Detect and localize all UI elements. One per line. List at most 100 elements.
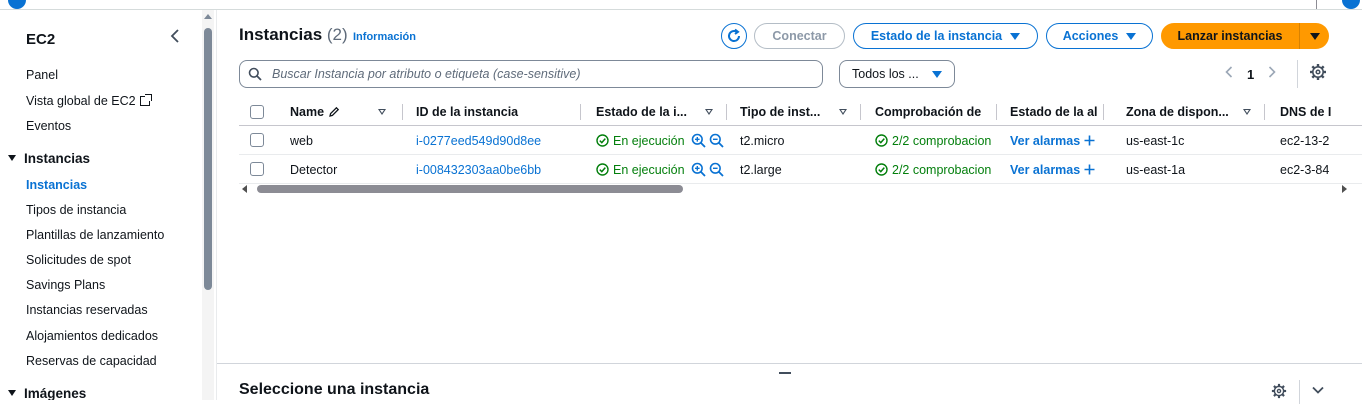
view-alarms-link[interactable]: Ver alarmas <box>1010 126 1110 155</box>
browser-top-edge <box>0 0 1362 10</box>
collapse-sidebar-icon[interactable] <box>170 28 180 48</box>
sidebar-item-dedicated-hosts[interactable]: Alojamientos dedicados <box>26 329 158 343</box>
instance-count: (2) <box>326 25 348 44</box>
column-divider[interactable] <box>860 104 861 120</box>
column-header-alarm-status[interactable]: Estado de la al <box>1010 98 1100 126</box>
sidebar-item-instance-types[interactable]: Tipos de instancia <box>26 203 126 217</box>
next-page-icon[interactable] <box>1268 65 1276 83</box>
caret-down-icon <box>8 390 16 396</box>
launch-instances-dropdown[interactable] <box>1299 23 1329 49</box>
view-alarms-label: Ver alarmas <box>1010 133 1081 148</box>
refresh-icon <box>728 28 741 42</box>
split-panel-divider <box>217 363 1362 364</box>
status-check-label: 2/2 comprobacion <box>892 162 992 177</box>
check-circle-icon <box>875 134 888 147</box>
cell-public-dns: ec2-3-84 <box>1280 162 1330 177</box>
page-number[interactable]: 1 <box>1247 67 1254 82</box>
sort-icon[interactable] <box>839 109 847 115</box>
zoom-out-icon[interactable] <box>709 133 724 148</box>
column-divider[interactable] <box>996 104 997 120</box>
sidebar-item-savings-plans[interactable]: Savings Plans <box>26 278 105 292</box>
search-icon <box>248 67 262 81</box>
row-checkbox[interactable] <box>250 133 264 147</box>
column-header-name[interactable]: Name <box>290 98 380 126</box>
column-header-availability-zone[interactable]: Zona de dispon... <box>1126 98 1238 126</box>
sidebar-section-imagenes[interactable]: Imágenes <box>8 386 86 400</box>
sort-icon[interactable] <box>705 109 713 115</box>
column-header-instance-id[interactable]: ID de la instancia <box>416 98 566 126</box>
column-divider[interactable] <box>402 104 403 120</box>
table-horizontal-scrollbar[interactable] <box>239 183 1347 195</box>
sidebar-item-launch-templates[interactable]: Plantillas de lanzamiento <box>26 228 164 242</box>
zoom-in-icon[interactable] <box>691 162 706 177</box>
column-divider[interactable] <box>1103 104 1104 120</box>
column-header-divider[interactable] <box>726 104 727 120</box>
column-header-public-dns[interactable]: DNS de I <box>1280 98 1362 126</box>
scrollbar-thumb[interactable] <box>257 185 683 193</box>
pencil-icon <box>329 106 340 117</box>
row-checkbox[interactable] <box>250 162 264 176</box>
sort-icon[interactable] <box>1243 109 1251 115</box>
column-header-instance-type[interactable]: Tipo de inst... <box>740 98 832 126</box>
sidebar-item-spot-requests[interactable]: Solicitudes de spot <box>26 253 131 267</box>
scroll-right-icon[interactable] <box>1342 185 1347 193</box>
table-row[interactable]: web i-0277eed549d90d8ee En ejecución t2.… <box>239 126 1362 155</box>
sidebar-item-label: Vista global de EC2 <box>26 94 136 108</box>
sidebar-item-reserved-instances[interactable]: Instancias reservadas <box>26 303 148 317</box>
state-filter-select[interactable]: Todos los ... <box>839 60 955 88</box>
sidebar: EC2 Panel Vista global de EC2 Eventos In… <box>0 10 200 400</box>
column-header-status-check[interactable]: Comprobación de <box>875 98 995 126</box>
prev-page-icon[interactable] <box>1225 65 1233 83</box>
split-panel-settings-button[interactable] <box>1271 383 1287 402</box>
sidebar-item-global-view[interactable]: Vista global de EC2 <box>26 94 152 108</box>
column-divider[interactable] <box>1264 104 1265 120</box>
toolbar-divider <box>1297 60 1298 88</box>
sidebar-item-events[interactable]: Eventos <box>26 119 71 133</box>
column-name-label: Name <box>290 105 325 119</box>
caret-down-icon <box>1309 32 1320 40</box>
sidebar-item-panel[interactable]: Panel <box>26 68 58 82</box>
split-panel-title: Seleccione una instancia <box>239 381 430 398</box>
state-filter-value: Todos los ... <box>852 67 919 81</box>
table-row[interactable]: Detector i-008432303aa0be6bb En ejecució… <box>239 155 1362 184</box>
sidebar-scrollbar[interactable] <box>202 10 214 400</box>
select-all-checkbox[interactable] <box>250 105 264 119</box>
connect-button[interactable]: Conectar <box>754 23 845 49</box>
search-box[interactable] <box>239 60 823 88</box>
plus-icon <box>1084 135 1095 146</box>
view-alarms-link[interactable]: Ver alarmas <box>1010 155 1110 184</box>
zoom-out-icon[interactable] <box>709 162 724 177</box>
column-header-instance-state[interactable]: Estado de la i... <box>596 98 696 126</box>
cell-name: Detector <box>290 162 338 177</box>
table-header: Name ID de la instancia Estado de la i..… <box>239 98 1362 126</box>
instance-state-button[interactable]: Estado de la instancia <box>853 23 1038 49</box>
column-divider[interactable] <box>580 104 581 120</box>
scroll-up-icon[interactable] <box>204 14 212 19</box>
info-link[interactable]: Información <box>353 31 416 43</box>
sort-icon[interactable] <box>378 109 386 115</box>
search-input[interactable] <box>270 66 810 82</box>
caret-down-icon <box>8 155 16 161</box>
check-circle-icon <box>875 163 888 176</box>
split-panel-collapse-button[interactable] <box>1311 383 1325 400</box>
refresh-button[interactable] <box>721 23 747 49</box>
cell-instance-type: t2.large <box>740 162 782 177</box>
cell-public-dns: ec2-13-2 <box>1280 133 1330 148</box>
zoom-in-icon[interactable] <box>691 133 706 148</box>
resize-handle[interactable] <box>779 372 791 374</box>
zoom-icons <box>691 162 724 177</box>
caret-down-icon <box>1010 32 1021 40</box>
scroll-left-icon[interactable] <box>242 185 247 193</box>
cell-instance-id[interactable]: i-0277eed549d90d8ee <box>416 126 576 155</box>
sidebar-section-instancias[interactable]: Instancias <box>8 151 90 166</box>
sidebar-title: EC2 <box>26 31 56 48</box>
scrollbar-thumb[interactable] <box>204 28 212 290</box>
external-link-icon <box>139 94 152 106</box>
settings-button[interactable] <box>1309 63 1327 84</box>
sidebar-item-instancias[interactable]: Instancias <box>26 178 87 192</box>
cell-instance-id[interactable]: i-008432303aa0be6bb <box>416 155 576 184</box>
sidebar-item-capacity-reservations[interactable]: Reservas de capacidad <box>26 354 157 368</box>
check-circle-icon <box>596 163 609 176</box>
actions-button[interactable]: Acciones <box>1046 23 1153 49</box>
launch-instances-button[interactable]: Lanzar instancias <box>1161 23 1299 49</box>
